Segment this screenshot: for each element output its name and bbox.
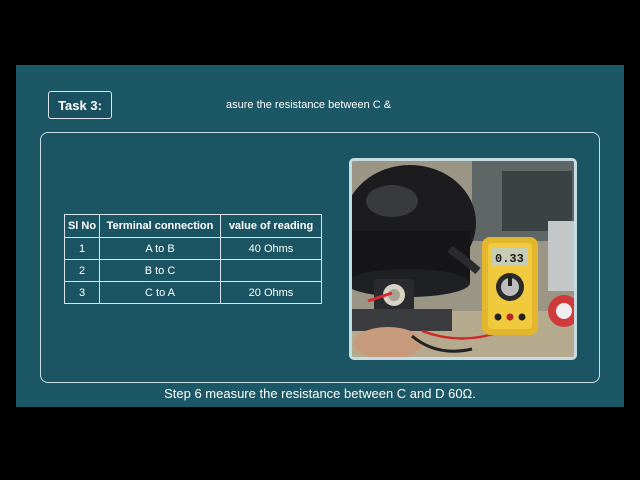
table-row: 2 B to C [64,259,322,282]
header-value-of-reading: value of reading [220,214,322,238]
cell-terminal-connection: C to A [99,281,221,304]
multimeter-display: 0.33 [495,252,524,266]
header-sl-no: Sl No [64,214,100,238]
reading-table: Sl No Terminal connection value of readi… [64,214,322,304]
cell-terminal-connection: B to C [99,259,221,282]
cell-reading: 20 Ohms [220,281,322,304]
cell-reading: 40 Ohms [220,237,322,260]
cell-reading [220,259,322,282]
header-terminal-connection: Terminal connection [99,214,221,238]
task-instruction: asure the resistance between C & [226,99,392,111]
cell-sl-no: 1 [64,237,100,260]
table-row: 1 A to B 40 Ohms [64,237,322,260]
subtitle-caption: Step 6 measure the resistance between C … [164,386,476,401]
slide: Task 3: asure the resistance between C &… [16,65,624,407]
cell-terminal-connection: A to B [99,237,221,260]
cell-sl-no: 3 [64,281,100,304]
task-label: Task 3: [48,91,112,119]
compressor-photo: C B 0.33 [349,158,577,360]
cell-sl-no: 2 [64,259,100,282]
table-row: 3 C to A 20 Ohms [64,281,322,304]
table-header-row: Sl No Terminal connection value of readi… [64,214,322,238]
